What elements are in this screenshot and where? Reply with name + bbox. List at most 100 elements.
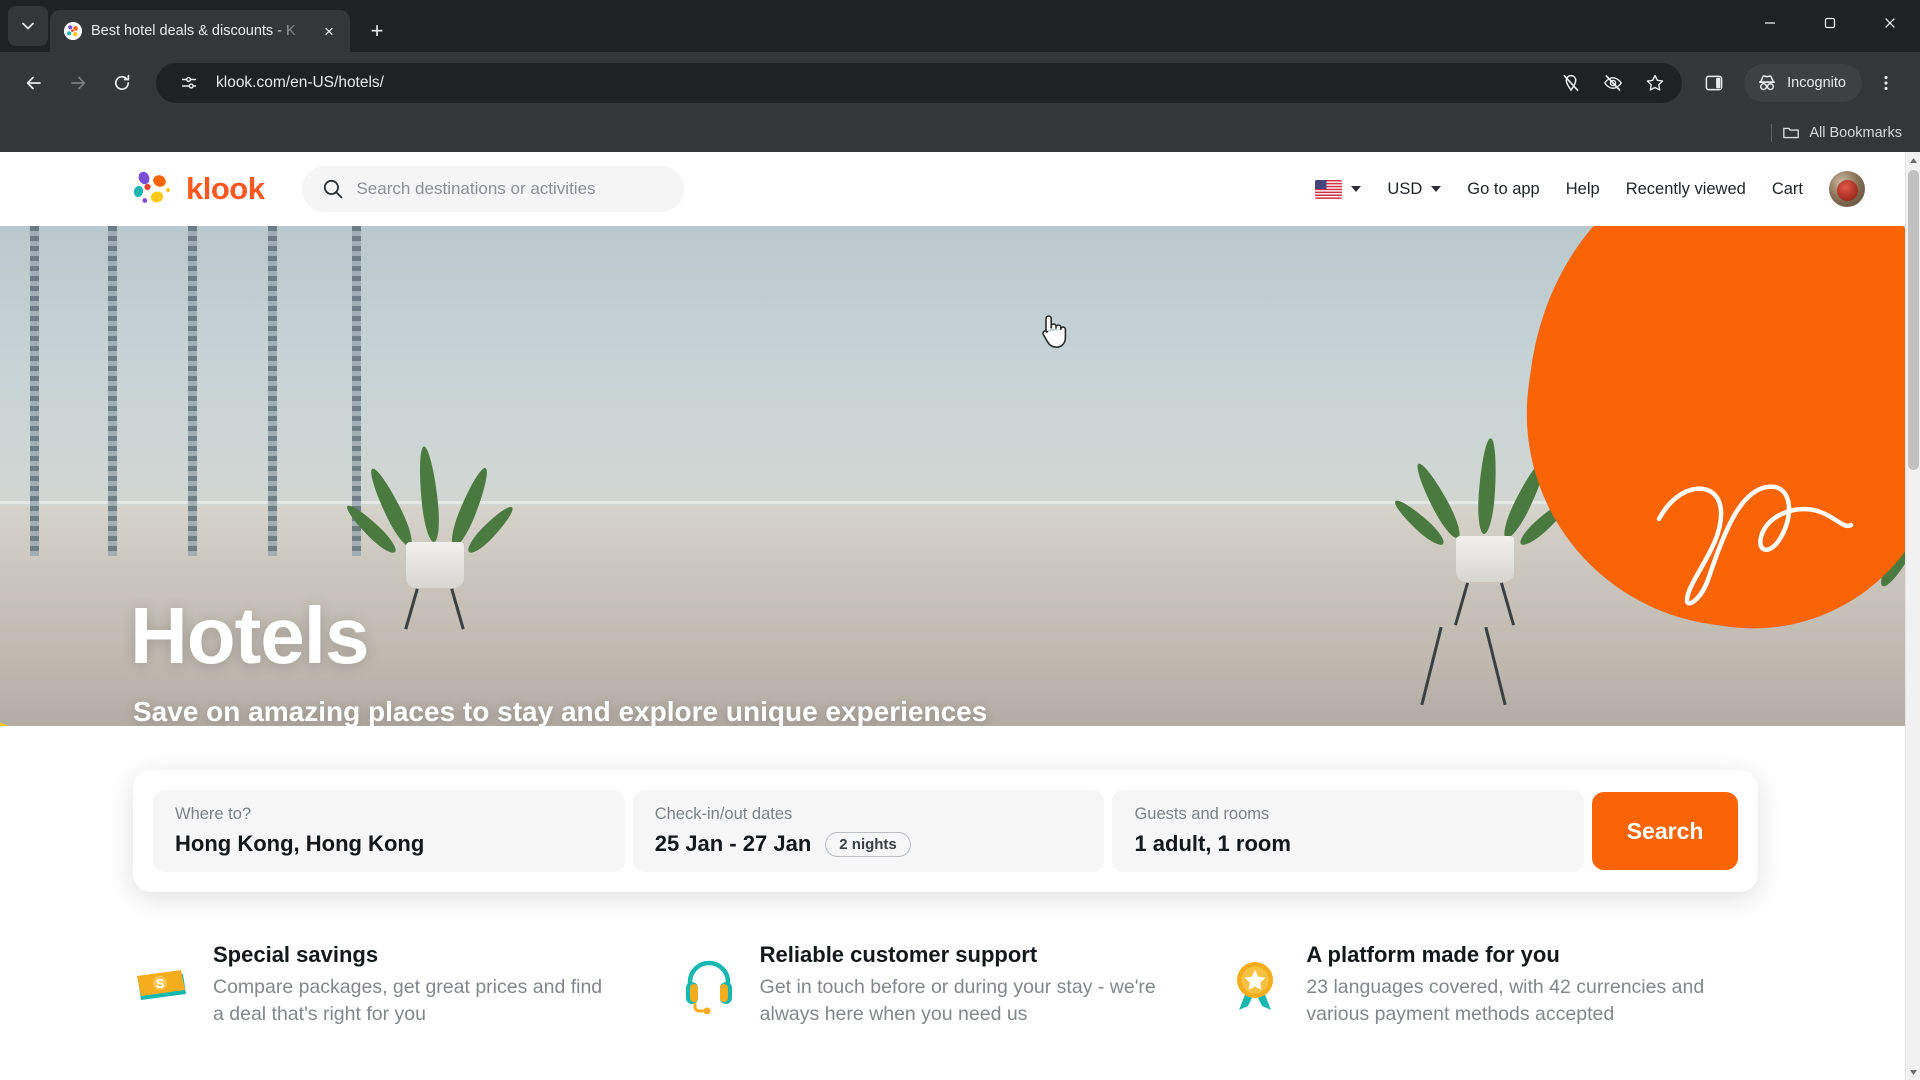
forward-button[interactable] <box>58 63 98 103</box>
money-icon: S <box>133 956 191 1014</box>
feature-title: Reliable customer support <box>759 942 1038 967</box>
nav-help[interactable]: Help <box>1566 180 1600 199</box>
headset-icon <box>680 956 738 1015</box>
feature-customer-support: Reliable customer support Get in touch b… <box>680 942 1217 1028</box>
search-icon <box>324 179 343 199</box>
dates-value: 25 Jan - 27 Jan <box>654 831 812 856</box>
url-text: klook.com/en-US/hotels/ <box>216 74 384 91</box>
guests-field[interactable]: Guests and rooms 1 adult, 1 room <box>1112 790 1585 872</box>
all-bookmarks-button[interactable]: All Bookmarks <box>1782 124 1902 142</box>
feature-text: Reliable customer support Get in touch b… <box>760 942 1180 1028</box>
header-nav: USD Go to app Help Recently viewed Cart <box>1315 171 1865 207</box>
hero-decor-scribble <box>1656 484 1854 606</box>
search-button[interactable]: Search <box>1592 792 1739 870</box>
incognito-indicator[interactable]: Incognito <box>1744 64 1862 102</box>
tab-strip: Best hotel deals & discounts - K × + <box>0 0 1920 52</box>
svg-text:S: S <box>156 976 165 991</box>
site-settings-icon[interactable] <box>174 68 204 98</box>
currency-selector[interactable]: USD <box>1387 179 1442 199</box>
klook-logo-icon <box>130 171 176 207</box>
reload-icon <box>114 74 130 91</box>
location-blocked-icon[interactable] <box>1556 68 1586 98</box>
mouse-cursor-pointer <box>1042 315 1067 348</box>
chevron-down-icon <box>1351 186 1362 192</box>
page-scrollbar[interactable] <box>1905 152 1920 1080</box>
klook-favicon <box>64 22 82 40</box>
search-placeholder: Search destinations or activities <box>356 179 596 198</box>
new-tab-button[interactable]: + <box>360 14 394 48</box>
feature-title: Special savings <box>213 942 379 967</box>
nav-recently-viewed[interactable]: Recently viewed <box>1626 180 1746 199</box>
minimize-icon <box>1765 22 1775 24</box>
guests-value: 1 adult, 1 room <box>1134 831 1291 856</box>
bookmarks-divider <box>1771 124 1773 142</box>
nav-go-to-app[interactable]: Go to app <box>1467 180 1539 199</box>
hero-banner: Hotels Save on amazing places to stay an… <box>0 226 1905 726</box>
guests-label: Guests and rooms <box>1134 805 1270 823</box>
dates-value-row: 25 Jan - 27 Jan 2 nights <box>655 831 1083 857</box>
browser-window: Best hotel deals & discounts - K × + klo… <box>0 0 1920 1080</box>
window-controls <box>1740 0 1920 46</box>
klook-logo-text: klook <box>186 171 265 206</box>
chevron-down-icon <box>22 22 34 30</box>
us-flag-icon <box>1315 179 1343 199</box>
feature-desc: 23 languages covered, with 42 currencies… <box>1306 976 1705 1025</box>
reload-button[interactable] <box>102 63 142 103</box>
tab-search-button[interactable] <box>8 6 48 46</box>
language-selector[interactable] <box>1315 179 1362 199</box>
arrow-right-icon <box>71 76 86 90</box>
address-bar[interactable]: klook.com/en-US/hotels/ <box>156 63 1683 103</box>
tab-title: Best hotel deals & discounts - K <box>91 23 296 39</box>
all-bookmarks-label: All Bookmarks <box>1809 125 1902 141</box>
hero-plant-right <box>1390 437 1574 628</box>
feature-text: Special savings Compare packages, get gr… <box>213 942 613 1028</box>
nights-badge: 2 nights <box>825 831 911 857</box>
user-avatar[interactable] <box>1829 171 1865 207</box>
klook-logo[interactable]: klook <box>130 171 265 207</box>
hero-plant-left <box>342 445 518 630</box>
side-panel-icon[interactable] <box>1694 63 1734 103</box>
feature-title: A platform made for you <box>1306 942 1560 967</box>
close-icon[interactable]: × <box>316 18 342 44</box>
browser-tab[interactable]: Best hotel deals & discounts - K × <box>50 10 350 52</box>
chrome-menu-button[interactable] <box>1866 63 1906 103</box>
tracking-protection-icon[interactable] <box>1598 68 1628 98</box>
destination-value: Hong Kong, Hong Kong <box>175 831 425 856</box>
dates-label: Check-in/out dates <box>654 805 793 823</box>
search-input[interactable]: Search destinations or activities <box>302 166 685 212</box>
maximize-button[interactable] <box>1800 0 1860 46</box>
site-header: klook Search destinations or activities <box>0 152 1905 226</box>
nav-cart[interactable]: Cart <box>1772 180 1803 199</box>
bookmarks-bar: All Bookmarks <box>0 114 1920 152</box>
more-vertical-icon <box>1884 76 1888 90</box>
chevron-up-icon <box>1910 157 1917 163</box>
destination-field[interactable]: Where to? Hong Kong, Hong Kong <box>153 790 625 872</box>
chevron-down-icon <box>1431 186 1442 192</box>
chevron-down-icon <box>1910 1069 1917 1075</box>
arrow-left-icon <box>26 76 41 90</box>
hero-subtitle: Save on amazing places to stay and explo… <box>133 696 988 726</box>
currency-label: USD <box>1387 179 1423 198</box>
scroll-up-button[interactable] <box>1906 152 1920 168</box>
incognito-label: Incognito <box>1787 75 1846 91</box>
minimize-button[interactable] <box>1740 0 1800 46</box>
incognito-icon <box>1759 75 1776 91</box>
destination-label: Where to? <box>175 805 252 823</box>
page-viewport: klook Search destinations or activities <box>0 152 1920 1080</box>
klook-page: klook Search destinations or activities <box>0 152 1905 1080</box>
feature-platform-made-for-you: A platform made for you 23 languages cov… <box>1226 942 1763 1028</box>
close-window-button[interactable] <box>1860 0 1920 46</box>
feature-text: A platform made for you 23 languages cov… <box>1306 942 1763 1028</box>
close-icon <box>1885 18 1895 28</box>
browser-toolbar: klook.com/en-US/hotels/ Incognito <box>0 52 1920 114</box>
scrollbar-thumb[interactable] <box>1908 170 1919 470</box>
dates-field[interactable]: Check-in/out dates 25 Jan - 27 Jan 2 nig… <box>632 790 1105 872</box>
bookmark-star-icon[interactable] <box>1640 68 1670 98</box>
feature-desc: Compare packages, get great prices and f… <box>213 976 603 1025</box>
feature-desc: Get in touch before or during your stay … <box>759 976 1156 1025</box>
maximize-icon <box>1824 17 1836 29</box>
scroll-down-button[interactable] <box>1906 1064 1920 1080</box>
back-button[interactable] <box>14 63 54 103</box>
feature-list: S Special savings Compare packages, get … <box>133 942 1763 1028</box>
feature-special-savings: S Special savings Compare packages, get … <box>133 942 670 1028</box>
